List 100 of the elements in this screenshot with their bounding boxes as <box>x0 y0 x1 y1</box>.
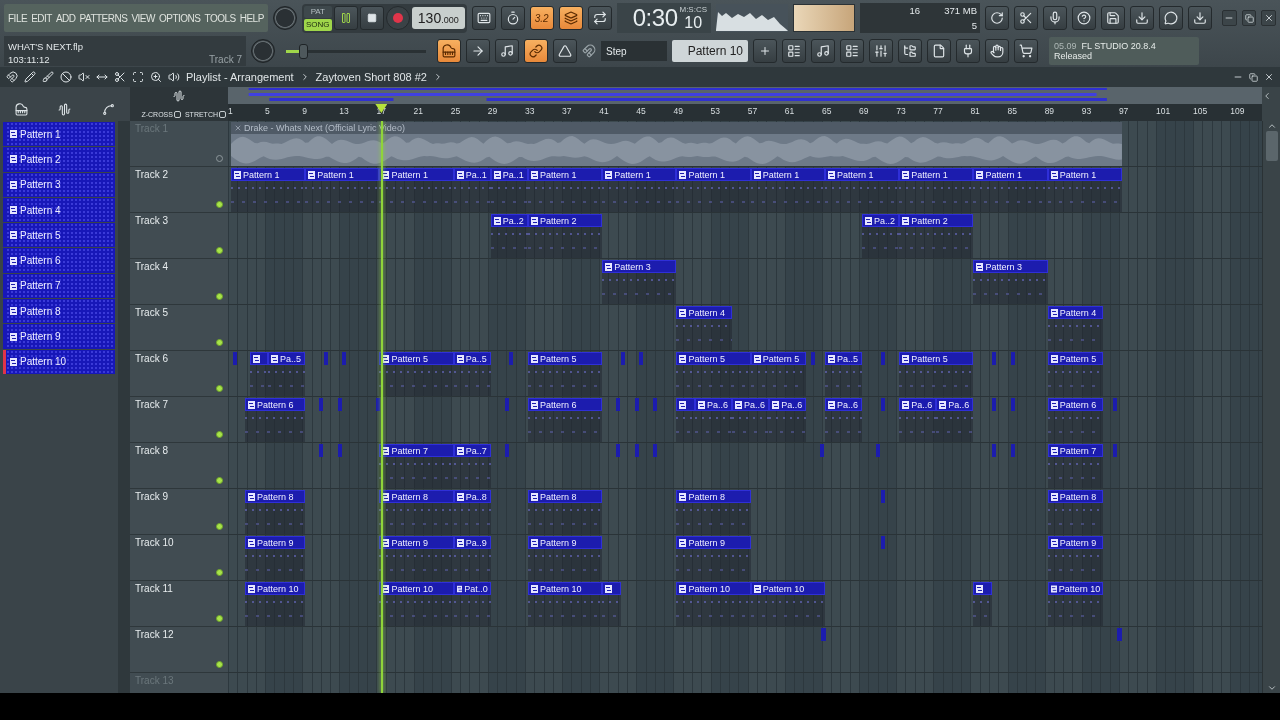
clip-stub[interactable] <box>653 444 658 457</box>
clip-stub[interactable] <box>991 398 996 411</box>
restore-button[interactable] <box>1241 10 1257 26</box>
pattern-item[interactable]: Pattern 7 <box>3 273 115 299</box>
track-led[interactable] <box>216 293 223 300</box>
track-led[interactable] <box>216 661 223 668</box>
toolbar-button[interactable] <box>927 39 951 63</box>
clip-stub[interactable] <box>634 398 639 411</box>
track-led[interactable] <box>216 385 223 392</box>
piano-icon[interactable] <box>15 103 29 116</box>
playback-icon[interactable] <box>168 71 180 83</box>
toolbar-button[interactable] <box>1043 6 1068 30</box>
clip-stub[interactable] <box>620 352 625 365</box>
menu-item[interactable]: FILE <box>7 12 29 24</box>
toolbar-toggle[interactable] <box>471 6 496 30</box>
clip-stub[interactable] <box>375 398 380 411</box>
toolbar-toggle[interactable] <box>558 6 583 30</box>
scroll-up-icon[interactable] <box>1266 121 1277 131</box>
pitch-knob[interactable] <box>251 39 275 63</box>
pattern-item[interactable]: Pattern 1 <box>3 122 115 147</box>
toolbar-button[interactable] <box>898 39 922 63</box>
minimize-button[interactable] <box>1222 10 1237 26</box>
menu-item[interactable]: TOOLS <box>203 12 237 24</box>
restore-icon[interactable] <box>1249 72 1258 82</box>
close-icon[interactable] <box>1264 72 1274 82</box>
toolbar-button[interactable] <box>956 39 980 63</box>
pattern-item[interactable]: Pattern 4 <box>3 197 115 223</box>
track-led[interactable] <box>216 477 223 484</box>
track-led[interactable] <box>216 523 223 530</box>
mute-icon[interactable] <box>78 71 90 83</box>
magnet-icon[interactable] <box>6 71 18 83</box>
select-icon[interactable] <box>132 71 144 83</box>
track-led[interactable] <box>216 247 223 254</box>
close-button[interactable] <box>1261 10 1276 26</box>
mode-toggle[interactable]: PAT <box>303 5 332 18</box>
add-pattern-button[interactable] <box>753 39 777 63</box>
clip-stub[interactable] <box>1112 398 1117 411</box>
toolbar-toggle[interactable] <box>587 6 612 30</box>
pattern-item[interactable]: Pattern 8 <box>3 299 115 324</box>
toolbar-button[interactable] <box>1188 6 1213 30</box>
clip-stub[interactable] <box>811 352 815 365</box>
toolbar-button[interactable] <box>1072 6 1097 30</box>
toolbar-toggle[interactable] <box>437 39 461 63</box>
waveform-icon[interactable] <box>58 103 72 116</box>
toolbar-button[interactable] <box>1159 6 1184 30</box>
clip-stub[interactable] <box>323 352 328 365</box>
clip-stub[interactable] <box>880 536 885 549</box>
clip-stub[interactable] <box>880 398 885 411</box>
track-led[interactable] <box>216 431 223 438</box>
clip-stub[interactable] <box>875 444 880 457</box>
menu-item[interactable]: VIEW <box>130 12 156 24</box>
toolbar-toggle[interactable] <box>500 6 525 30</box>
toolbar-toggle[interactable] <box>553 39 577 63</box>
clip-stub[interactable] <box>820 444 825 457</box>
news-panel[interactable]: 05.09 FL STUDIO 20.8.4 Released <box>1049 37 1199 65</box>
pattern-item[interactable]: Pattern 9 <box>3 324 115 349</box>
toolbar-toggle[interactable] <box>524 39 548 63</box>
toolbar-button[interactable] <box>1014 39 1038 63</box>
mode-toggle[interactable]: SONG <box>303 18 332 31</box>
clip-stub[interactable] <box>1112 444 1117 457</box>
toolbar-toggle[interactable]: 3.2 <box>529 6 554 30</box>
clip-stub[interactable] <box>880 490 885 503</box>
pattern-item[interactable]: Pattern 6 <box>3 248 115 273</box>
pattern-item[interactable]: Pattern 3 <box>3 172 115 197</box>
clip-stub[interactable] <box>821 628 826 641</box>
track-led[interactable] <box>216 201 223 208</box>
track-led[interactable] <box>216 339 223 346</box>
pause-button[interactable] <box>333 6 358 30</box>
clip-stub[interactable] <box>616 444 621 457</box>
automation-icon[interactable] <box>101 103 115 116</box>
slider-thumb[interactable] <box>298 43 308 59</box>
toolbar-button[interactable] <box>985 6 1010 30</box>
pencil-icon[interactable] <box>24 71 36 83</box>
menu-item[interactable]: ADD <box>54 12 77 24</box>
track-led[interactable] <box>216 569 223 576</box>
toolbar-button[interactable] <box>1014 6 1039 30</box>
scroll-left-icon[interactable] <box>1262 91 1272 101</box>
clip-stub[interactable] <box>1117 628 1122 641</box>
clip-stub[interactable] <box>991 444 996 457</box>
scroll-down-icon[interactable] <box>1266 683 1277 693</box>
clip-stub[interactable] <box>634 444 639 457</box>
snap-dropdown[interactable]: Step <box>601 41 667 61</box>
pattern-item[interactable]: Pattern 5 <box>3 223 115 248</box>
toolbar-button[interactable] <box>869 39 893 63</box>
pattern-selector[interactable]: Pattern 10 <box>672 40 748 62</box>
scrollbar-thumb[interactable] <box>1265 131 1278 161</box>
playhead-marker[interactable] <box>375 104 388 113</box>
clip-stub[interactable] <box>504 398 509 411</box>
pattern-item[interactable]: Pattern 10 <box>3 349 115 374</box>
clip-stub[interactable] <box>319 444 324 457</box>
clip-stub[interactable] <box>509 352 514 365</box>
toolbar-button[interactable] <box>985 39 1009 63</box>
toolbar-button[interactable] <box>1130 6 1155 30</box>
toolbar-button[interactable] <box>1101 6 1126 30</box>
volume-knob[interactable] <box>272 6 297 30</box>
clip-stub[interactable] <box>1010 444 1015 457</box>
clip-stub[interactable] <box>342 352 347 365</box>
tempo-field[interactable]: 130.000 <box>411 7 465 29</box>
toolbar-button[interactable] <box>840 39 864 63</box>
clip-stub[interactable] <box>616 398 621 411</box>
